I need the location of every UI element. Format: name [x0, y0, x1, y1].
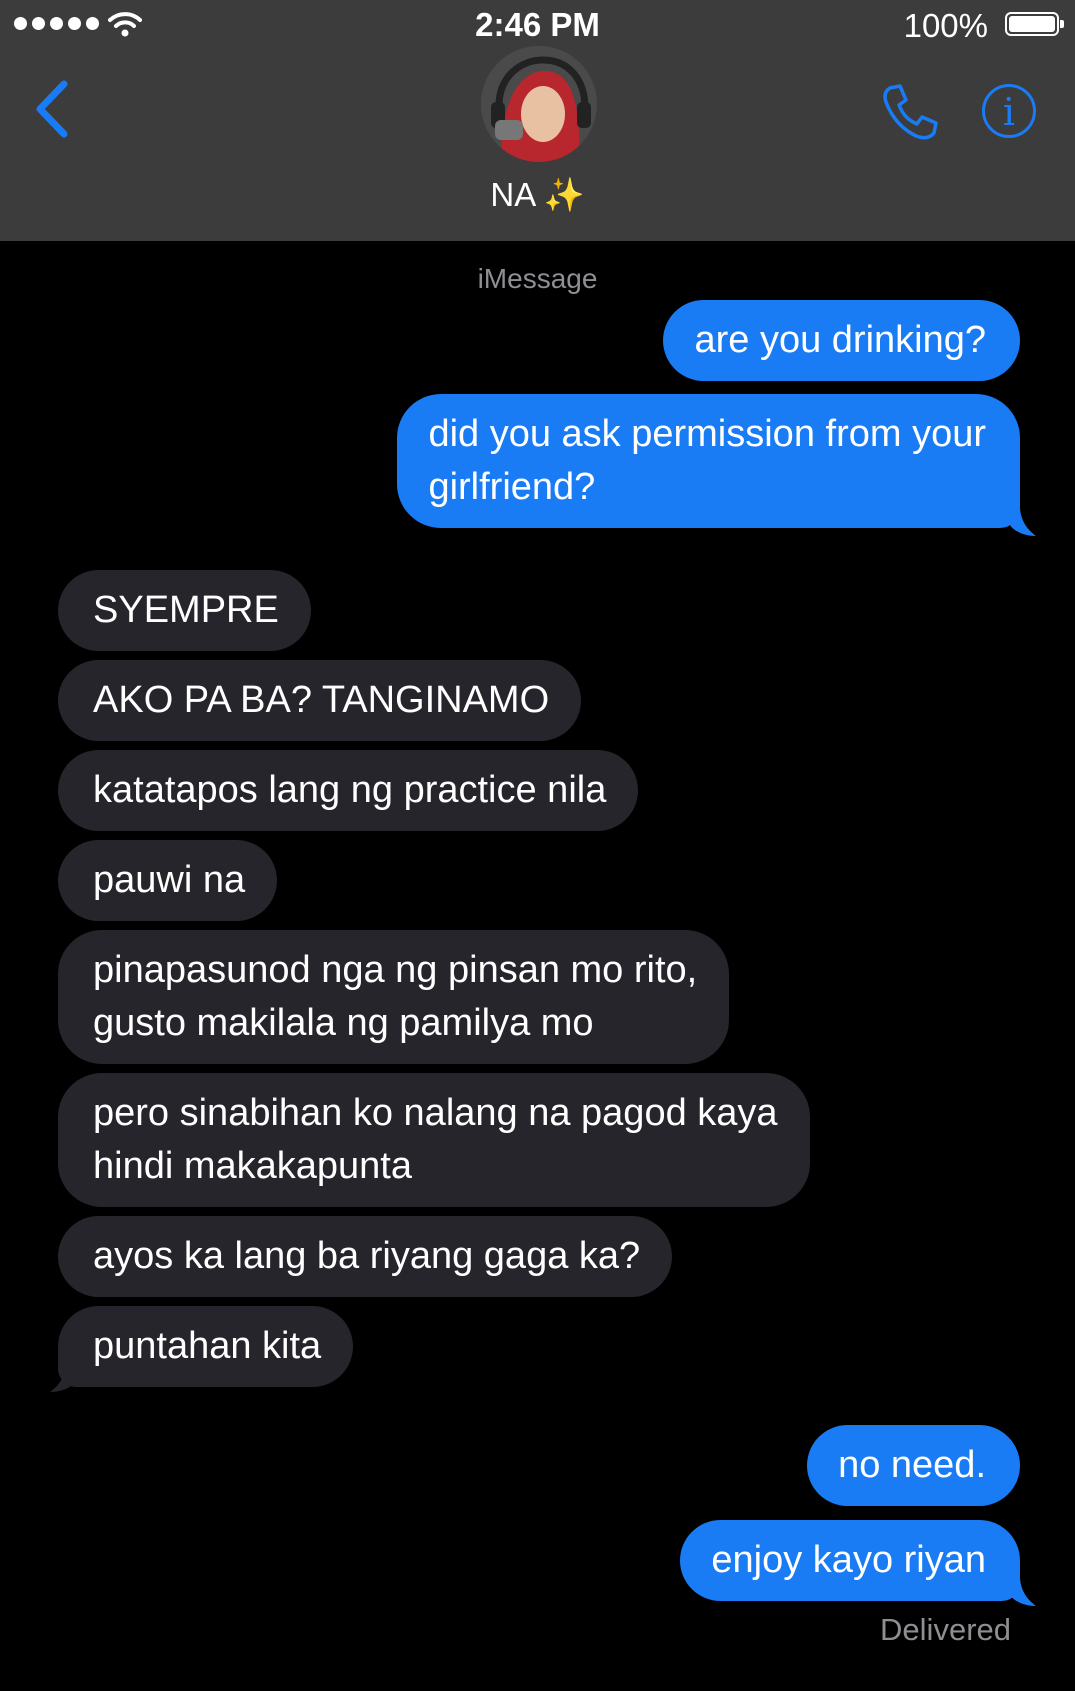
sent-message[interactable]: enjoy kayo riyan — [680, 1520, 1020, 1601]
message-text: SYEMPRE — [93, 589, 279, 631]
bubble-tail — [1008, 508, 1036, 536]
received-message[interactable]: pauwi na — [58, 840, 278, 921]
phone-icon[interactable] — [880, 82, 940, 142]
message-text: enjoy kayo riyan — [711, 1539, 986, 1581]
bubble-tail — [50, 1364, 78, 1392]
received-message[interactable]: SYEMPRE — [58, 570, 311, 651]
status-bar: 2:46 PM 100% — [0, 0, 1075, 50]
contact-avatar[interactable] — [481, 46, 597, 162]
received-message[interactable]: ayos ka lang ba riyang gaga ka? — [58, 1216, 673, 1297]
received-message[interactable]: katatapos lang ng practice nila — [58, 750, 639, 831]
battery-icon — [1005, 12, 1064, 36]
message-text: pero sinabihan ko nalang na pagod kaya h… — [93, 1092, 778, 1187]
message-text: did you ask permission from your girlfri… — [428, 413, 986, 508]
sent-message[interactable]: are you drinking? — [663, 300, 1020, 381]
contact-name[interactable]: NA ✨ — [0, 176, 1075, 215]
message-text: AKO PA BA? TANGINAMO — [93, 679, 550, 721]
back-chevron-icon[interactable] — [30, 78, 74, 140]
message-text: pinapasunod nga ng pinsan mo rito, gusto… — [93, 949, 698, 1044]
bubble-tail — [1008, 1578, 1036, 1606]
sent-message[interactable]: did you ask permission from your girlfri… — [397, 394, 1020, 528]
info-icon[interactable]: i — [982, 84, 1036, 138]
received-message[interactable]: AKO PA BA? TANGINAMO — [58, 660, 582, 741]
message-text: puntahan kita — [93, 1325, 322, 1367]
message-text: are you drinking? — [694, 319, 986, 361]
received-message[interactable]: puntahan kita — [58, 1306, 354, 1387]
message-text: no need. — [838, 1444, 986, 1486]
sent-message[interactable]: no need. — [807, 1425, 1020, 1506]
message-text: katatapos lang ng practice nila — [93, 769, 607, 811]
navigation-header: 2:46 PM 100% NA ✨ i — [0, 0, 1075, 241]
received-message[interactable]: pinapasunod nga ng pinsan mo rito, gusto… — [58, 930, 730, 1064]
service-label: iMessage — [477, 263, 598, 294]
avatar-photo — [481, 46, 597, 162]
received-message[interactable]: pero sinabihan ko nalang na pagod kaya h… — [58, 1073, 810, 1207]
message-text: pauwi na — [93, 859, 246, 901]
delivery-status: Delivered — [880, 1612, 1011, 1647]
battery-percentage: 100% — [903, 7, 988, 44]
message-text: ayos ka lang ba riyang gaga ka? — [93, 1235, 641, 1277]
